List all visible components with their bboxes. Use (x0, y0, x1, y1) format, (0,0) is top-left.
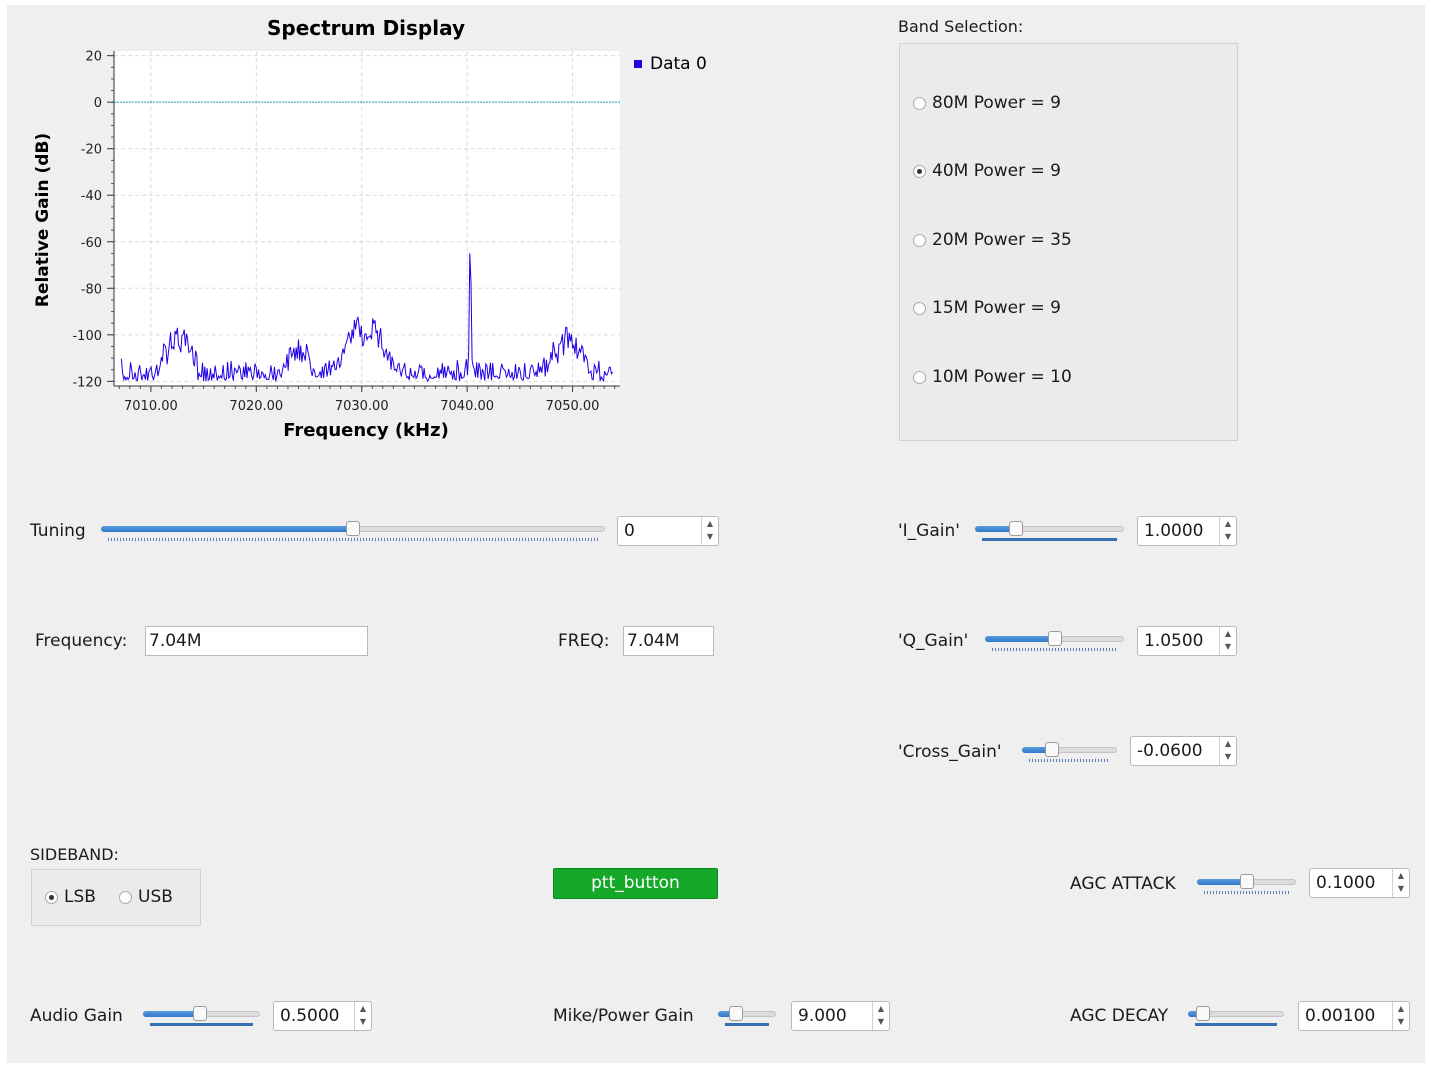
radio-20m[interactable] (913, 233, 926, 247)
audio-gain-label: Audio Gain (30, 1006, 123, 1026)
x-tick-label: 7010.00 (124, 399, 178, 414)
legend-label: Data 0 (650, 54, 707, 74)
tuning-label: Tuning (30, 521, 86, 541)
radio-lsb[interactable] (45, 890, 58, 904)
y-tick-label: 20 (85, 50, 102, 65)
audio-gain-slider-handle[interactable] (193, 1006, 207, 1021)
agc-attack-slider-handle[interactable] (1240, 874, 1254, 889)
i-gain-slider[interactable] (975, 519, 1124, 549)
cross-gain-label: 'Cross_Gain' (898, 742, 1002, 762)
spin-arrows-icon[interactable]: ▲ ▼ (1219, 627, 1236, 655)
q-gain-slider[interactable] (985, 629, 1124, 659)
radio-usb[interactable] (119, 890, 132, 904)
y-tick-label: -20 (81, 143, 102, 158)
y-tick-label: -120 (72, 375, 102, 390)
q-gain-slider-handle[interactable] (1048, 631, 1062, 646)
cross-gain-slider-handle[interactable] (1045, 742, 1059, 757)
tuning-spinbox[interactable]: 0 ▲ ▼ (617, 516, 719, 546)
cross-gain-spinbox[interactable]: -0.0600 ▲ ▼ (1130, 736, 1237, 766)
audio-gain-slider[interactable] (143, 1004, 260, 1034)
agc-attack-spinbox[interactable]: 0.1000 ▲ ▼ (1309, 868, 1410, 898)
y-tick-label: -40 (81, 189, 102, 204)
app-window: Spectrum Display Frequency (kHz) Relativ… (7, 5, 1425, 1063)
q-gain-spinbox[interactable]: 1.0500 ▲ ▼ (1137, 626, 1237, 656)
sideband-option-lsb[interactable]: LSB (45, 887, 96, 907)
mike-power-gain-spinbox[interactable]: 9.000 ▲ ▼ (791, 1001, 890, 1031)
spin-arrows-icon[interactable]: ▲ ▼ (354, 1002, 371, 1030)
y-axis-label: Relative Gain (dB) (33, 133, 53, 307)
mike-power-gain-slider[interactable] (718, 1004, 776, 1034)
band-option-15m[interactable]: 15M Power = 9 (913, 298, 1061, 318)
agc-decay-label: AGC DECAY (1070, 1006, 1169, 1026)
y-tick-label: -100 (72, 329, 102, 344)
i-gain-spinbox[interactable]: 1.0000 ▲ ▼ (1137, 516, 1237, 546)
sideband-group: LSB USB (31, 869, 201, 926)
band-option-80m[interactable]: 80M Power = 9 (913, 93, 1061, 113)
spin-arrows-icon[interactable]: ▲ ▼ (1219, 737, 1236, 765)
y-tick-label: -60 (81, 236, 102, 251)
radio-40m[interactable] (913, 164, 926, 178)
agc-decay-slider-handle[interactable] (1196, 1006, 1210, 1021)
freq-label: FREQ: (558, 631, 610, 651)
cross-gain-slider[interactable] (1022, 740, 1117, 770)
agc-decay-spinbox[interactable]: 0.00100 ▲ ▼ (1298, 1001, 1410, 1031)
plot-area (114, 51, 620, 386)
x-tick-label: 7030.00 (335, 399, 389, 414)
x-axis-label: Frequency (kHz) (283, 420, 449, 441)
radio-80m[interactable] (913, 96, 926, 110)
spectrum-chart: Spectrum Display Frequency (kHz) Relativ… (33, 16, 707, 441)
band-option-20m[interactable]: 20M Power = 35 (913, 230, 1072, 250)
sideband-title: SIDEBAND: (30, 845, 119, 864)
band-selection-group: 80M Power = 9 40M Power = 9 20M Power = … (899, 43, 1238, 441)
spin-arrows-icon[interactable]: ▲ ▼ (1392, 1002, 1409, 1030)
mike-power-gain-slider-handle[interactable] (729, 1006, 743, 1021)
q-gain-label: 'Q_Gain' (898, 631, 969, 651)
freq-field[interactable]: 7.04M (623, 626, 714, 656)
legend-swatch (634, 60, 642, 68)
tuning-slider-handle[interactable] (346, 521, 360, 536)
band-selection-title: Band Selection: (898, 17, 1024, 36)
y-tick-label: -80 (81, 282, 102, 297)
x-tick-label: 7050.00 (546, 399, 600, 414)
frequency-field[interactable]: 7.04M (145, 626, 368, 656)
band-option-10m[interactable]: 10M Power = 10 (913, 367, 1072, 387)
audio-gain-spinbox[interactable]: 0.5000 ▲ ▼ (273, 1001, 372, 1031)
sideband-option-usb[interactable]: USB (119, 887, 173, 907)
band-option-40m[interactable]: 40M Power = 9 (913, 161, 1061, 181)
agc-attack-label: AGC ATTACK (1070, 874, 1176, 894)
x-tick-label: 7020.00 (229, 399, 283, 414)
agc-attack-slider[interactable] (1197, 872, 1296, 902)
i-gain-slider-handle[interactable] (1009, 521, 1023, 536)
spin-arrows-icon[interactable]: ▲ ▼ (872, 1002, 889, 1030)
chart-title: Spectrum Display (267, 16, 465, 40)
mike-power-gain-label: Mike/Power Gain (553, 1006, 694, 1026)
frequency-label: Frequency: (35, 631, 128, 651)
spin-arrows-icon[interactable]: ▲ ▼ (1392, 869, 1409, 897)
spin-arrows-icon[interactable]: ▲ ▼ (701, 517, 718, 545)
ptt-button[interactable]: ptt_button (553, 868, 718, 899)
tuning-slider[interactable] (101, 519, 605, 549)
radio-10m[interactable] (913, 370, 926, 384)
radio-15m[interactable] (913, 301, 926, 315)
i-gain-label: 'I_Gain' (898, 521, 960, 541)
agc-decay-slider[interactable] (1188, 1004, 1284, 1034)
spin-arrows-icon[interactable]: ▲ ▼ (1219, 517, 1236, 545)
x-tick-label: 7040.00 (440, 399, 494, 414)
y-tick-label: 0 (94, 96, 102, 111)
